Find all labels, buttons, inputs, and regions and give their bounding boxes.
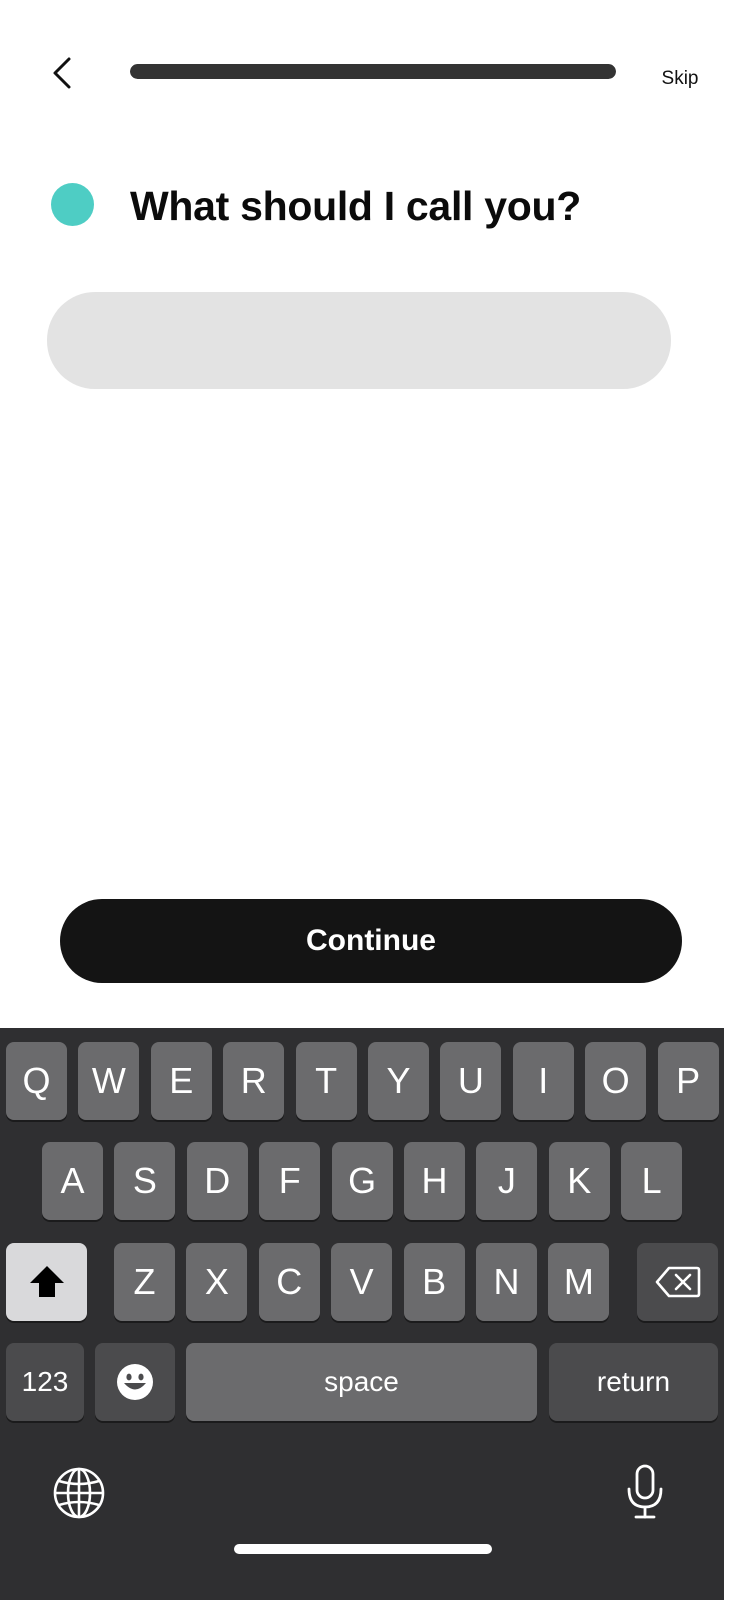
key-k[interactable]: K	[548, 1142, 610, 1220]
key-z[interactable]: Z	[114, 1243, 175, 1321]
microphone-icon	[627, 1464, 663, 1519]
shift-icon	[29, 1266, 64, 1297]
globe-button[interactable]	[50, 1464, 108, 1522]
microphone-button[interactable]	[620, 1462, 670, 1522]
key-f[interactable]: F	[259, 1142, 321, 1220]
assistant-dot	[51, 183, 94, 226]
key-c[interactable]: C	[258, 1243, 320, 1321]
key-w[interactable]: W	[78, 1042, 140, 1120]
backspace-icon	[655, 1266, 700, 1298]
chevron-left-icon	[53, 57, 71, 89]
key-r[interactable]: R	[223, 1042, 285, 1120]
name-input[interactable]	[47, 292, 671, 389]
key-u[interactable]: U	[440, 1042, 502, 1120]
question-title: What should I call you?	[130, 183, 581, 229]
key-s[interactable]: S	[114, 1142, 176, 1220]
key-y[interactable]: Y	[368, 1042, 429, 1120]
continue-button[interactable]: Continue	[60, 899, 682, 983]
key-a[interactable]: A	[42, 1142, 103, 1220]
progress-bar	[130, 64, 616, 79]
key-e[interactable]: E	[150, 1042, 212, 1120]
key-d[interactable]: D	[186, 1142, 248, 1220]
skip-button[interactable]: Skip	[650, 66, 710, 92]
key-o[interactable]: O	[585, 1042, 647, 1120]
return-key[interactable]: return	[549, 1343, 718, 1421]
key-n[interactable]: N	[476, 1243, 537, 1321]
key-h[interactable]: H	[404, 1142, 465, 1220]
space-key[interactable]: space	[186, 1343, 537, 1421]
delete-key[interactable]	[637, 1243, 718, 1321]
key-q[interactable]: Q	[6, 1042, 67, 1120]
keyboard: QWERTYUIOP ASDFGHJKL ZXCVBNM 123 space r…	[0, 1028, 724, 1600]
key-m[interactable]: M	[548, 1243, 610, 1321]
numbers-key[interactable]: 123	[6, 1343, 84, 1421]
home-indicator	[234, 1544, 492, 1554]
globe-icon	[53, 1467, 105, 1519]
key-i[interactable]: I	[512, 1042, 574, 1120]
key-v[interactable]: V	[331, 1243, 393, 1321]
key-l[interactable]: L	[621, 1142, 683, 1220]
back-button[interactable]	[40, 50, 86, 96]
key-g[interactable]: G	[331, 1142, 393, 1220]
key-t[interactable]: T	[295, 1042, 357, 1120]
emoji-key[interactable]	[95, 1343, 175, 1421]
key-j[interactable]: J	[476, 1142, 538, 1220]
key-b[interactable]: B	[403, 1243, 465, 1321]
key-x[interactable]: X	[186, 1243, 248, 1321]
key-p[interactable]: P	[657, 1042, 719, 1120]
progress-bar-fill	[130, 64, 616, 79]
emoji-icon	[117, 1364, 153, 1400]
shift-key[interactable]	[6, 1243, 87, 1321]
